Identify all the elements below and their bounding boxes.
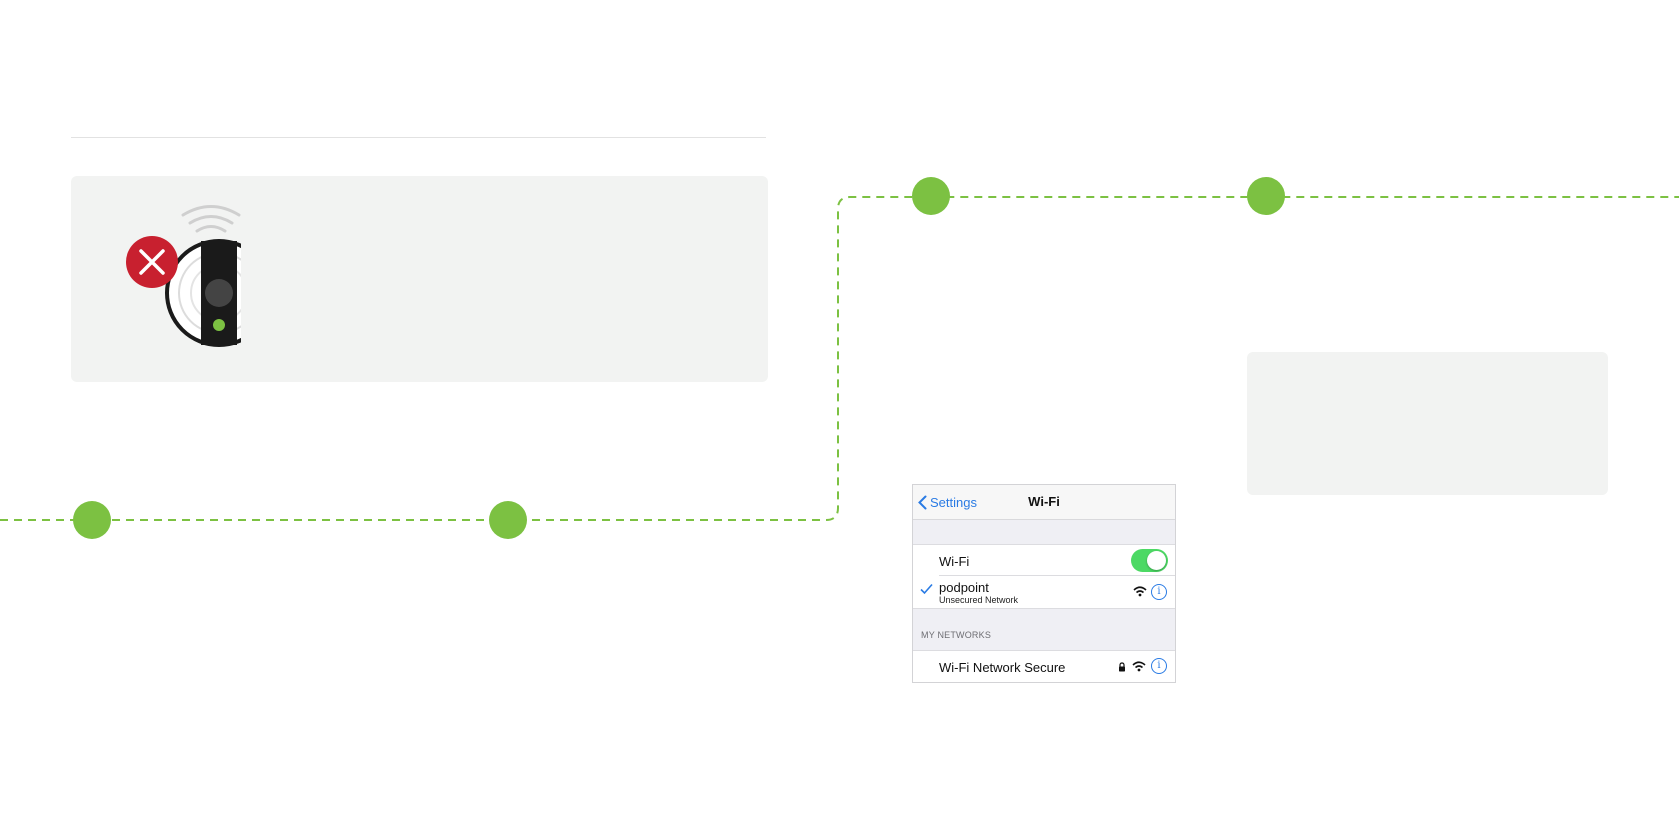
info-icon[interactable]: i: [1151, 584, 1167, 600]
wifi-settings-screenshot: Settings Wi-Fi Wi-Fi podpoint Unsecured …: [912, 484, 1176, 683]
step-marker-2: [489, 501, 527, 539]
nav-title: Wi-Fi: [1028, 494, 1060, 509]
saved-network-row[interactable]: Wi-Fi Network Secure i: [913, 650, 1175, 682]
wifi-toggle-row: Wi-Fi: [913, 544, 1175, 576]
wifi-toggle[interactable]: [1131, 549, 1168, 572]
connected-network-row[interactable]: podpoint Unsecured Network i: [913, 576, 1175, 609]
wifi-signal-icon: [1133, 586, 1147, 597]
info-icon[interactable]: i: [1151, 658, 1167, 674]
section-header: MY NETWORKS: [921, 630, 992, 640]
step-marker-3: [912, 177, 950, 215]
step-marker-1: [73, 501, 111, 539]
wifi-signal-icon: [1132, 661, 1146, 672]
checkmark-icon: [920, 583, 933, 595]
network-name: podpoint: [939, 580, 989, 595]
flow-path: [0, 177, 1679, 539]
network-subtitle: Unsecured Network: [939, 595, 1019, 605]
network-name: Wi-Fi Network Secure: [939, 660, 1066, 675]
toggle-knob: [1147, 551, 1166, 570]
step-marker-4: [1247, 177, 1285, 215]
lock-icon: [1119, 662, 1125, 672]
wifi-label: Wi-Fi: [939, 554, 970, 569]
nav-bar: Settings Wi-Fi: [913, 485, 1175, 520]
